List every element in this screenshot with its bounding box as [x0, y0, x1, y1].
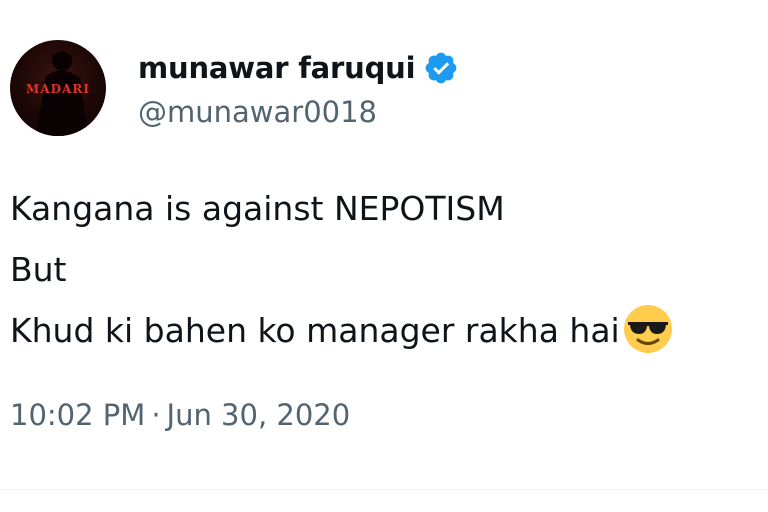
tweet-line-1: Kangana is against NEPOTISM [10, 189, 505, 228]
tweet-date[interactable]: Jun 30, 2020 [167, 398, 351, 432]
avatar-logo-text: MADARI [26, 82, 90, 96]
tweet-card: MADARI munawar faruqui @munawar0018 Kang… [0, 0, 768, 512]
tweet-line-2: But [10, 250, 67, 289]
display-name[interactable]: munawar faruqui [138, 51, 416, 85]
display-name-row: munawar faruqui [138, 47, 459, 89]
tweet-text: Kangana is against NEPOTISM But Khud ki … [10, 178, 674, 361]
avatar[interactable]: MADARI [10, 40, 106, 136]
sunglasses-emoji-icon [622, 303, 674, 355]
user-handle[interactable]: @munawar0018 [138, 95, 459, 129]
tweet-timestamp[interactable]: 10:02 PM · Jun 30, 2020 [10, 398, 350, 432]
timestamp-separator: · [151, 398, 161, 432]
verified-badge-icon[interactable] [423, 50, 459, 86]
user-names: munawar faruqui @munawar0018 [138, 47, 459, 129]
divider [0, 489, 768, 490]
tweet-line-3: Khud ki bahen ko manager rakha hai [10, 300, 674, 361]
tweet-line-3-text: Khud ki bahen ko manager rakha hai [10, 311, 620, 350]
tweet-time[interactable]: 10:02 PM [10, 398, 145, 432]
tweet-header: MADARI munawar faruqui @munawar0018 [10, 40, 459, 136]
